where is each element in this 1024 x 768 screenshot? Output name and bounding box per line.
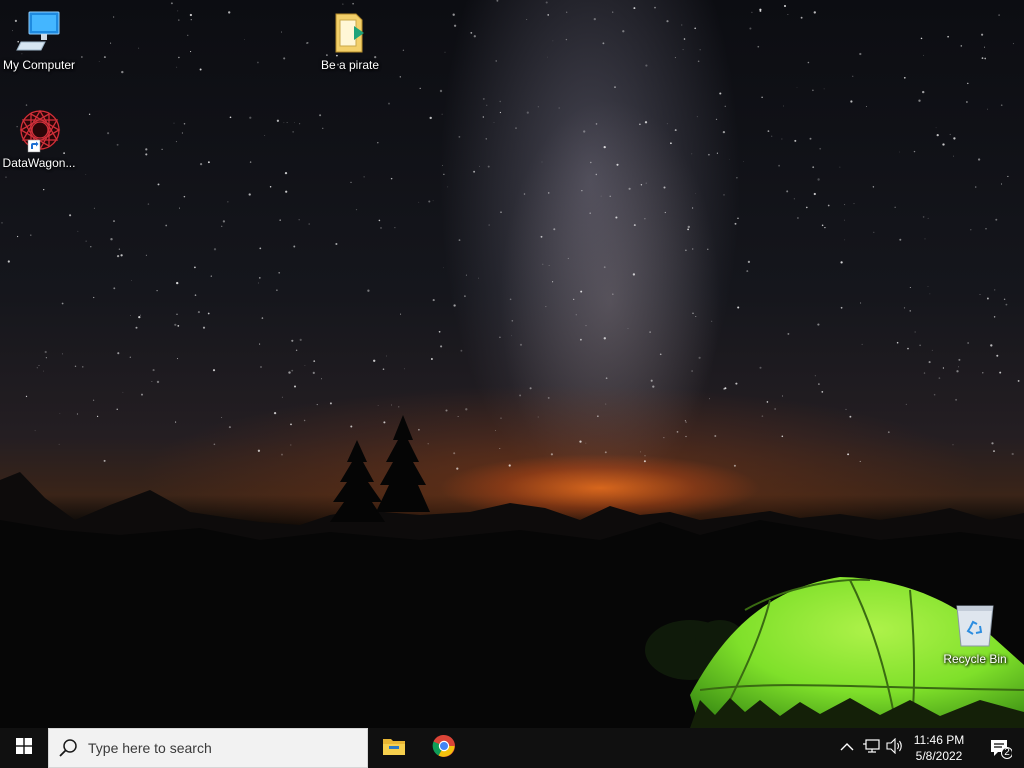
search-input[interactable]: Type here to search	[48, 728, 368, 768]
search-placeholder: Type here to search	[88, 740, 212, 756]
network-icon	[862, 738, 880, 759]
desktop-icon-be-a-pirate[interactable]: Be a pirate	[311, 8, 389, 72]
computer-icon	[15, 8, 63, 56]
show-hidden-icons-button[interactable]	[836, 728, 858, 768]
recycle-bin-icon	[951, 602, 999, 650]
clock-time: 11:46 PM	[913, 733, 965, 747]
desktop-icon-label: Be a pirate	[320, 58, 380, 72]
landscape-silhouette	[0, 415, 1024, 728]
notification-icon: 2	[988, 737, 1013, 759]
clock-date: 5/8/2022	[915, 749, 963, 763]
chevron-up-icon	[840, 739, 854, 757]
volume-icon	[886, 737, 904, 759]
desktop-icon-label: Recycle Bin	[943, 652, 1007, 666]
clock[interactable]: 11:46 PM 5/8/2022	[908, 728, 970, 768]
desktop-icon-label: My Computer	[2, 58, 76, 72]
desktop-background: My Computer Be a pirate DataWagon... Rec…	[0, 0, 1024, 728]
volume-button[interactable]	[884, 728, 906, 768]
notification-count-badge: 2	[1004, 747, 1010, 758]
network-button[interactable]	[860, 728, 882, 768]
chrome-icon	[432, 734, 456, 763]
search-icon	[58, 737, 80, 759]
desktop-icon-recycle-bin[interactable]: Recycle Bin	[936, 602, 1014, 666]
file-explorer-icon	[382, 736, 406, 761]
windows-logo-icon	[16, 737, 32, 759]
taskbar-app-file-explorer[interactable]	[370, 728, 418, 768]
taskbar: Type here to search 11:46 PM 5/8/2022 2	[0, 728, 1024, 768]
datawagon-shortcut-icon	[15, 106, 63, 154]
action-center-button[interactable]: 2	[976, 728, 1024, 768]
desktop-icon-my-computer[interactable]: My Computer	[0, 8, 78, 72]
desktop-icon-datawagon[interactable]: DataWagon...	[0, 106, 78, 170]
folder-icon	[326, 8, 374, 56]
taskbar-app-chrome[interactable]	[420, 728, 468, 768]
desktop-icon-label: DataWagon...	[2, 156, 76, 170]
start-button[interactable]	[0, 728, 48, 768]
